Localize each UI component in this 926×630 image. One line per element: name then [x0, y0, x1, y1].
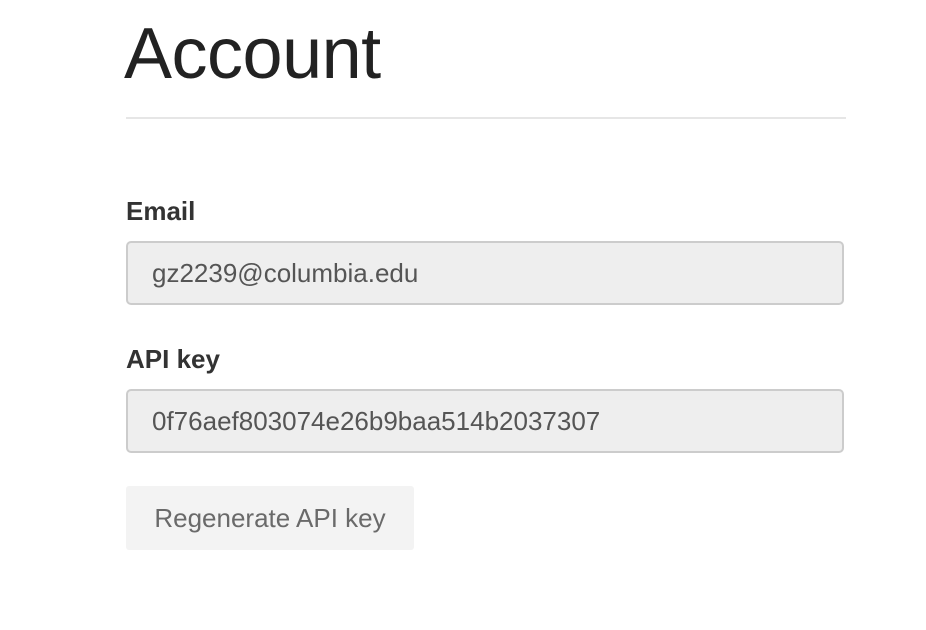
api-key-field[interactable] [126, 389, 844, 453]
title-divider [126, 117, 846, 119]
email-field[interactable] [126, 241, 844, 305]
page-title: Account [124, 14, 381, 94]
api-key-label: API key [126, 344, 220, 374]
regenerate-api-key-button[interactable]: Regenerate API key [126, 486, 414, 550]
email-label: Email [126, 196, 196, 226]
